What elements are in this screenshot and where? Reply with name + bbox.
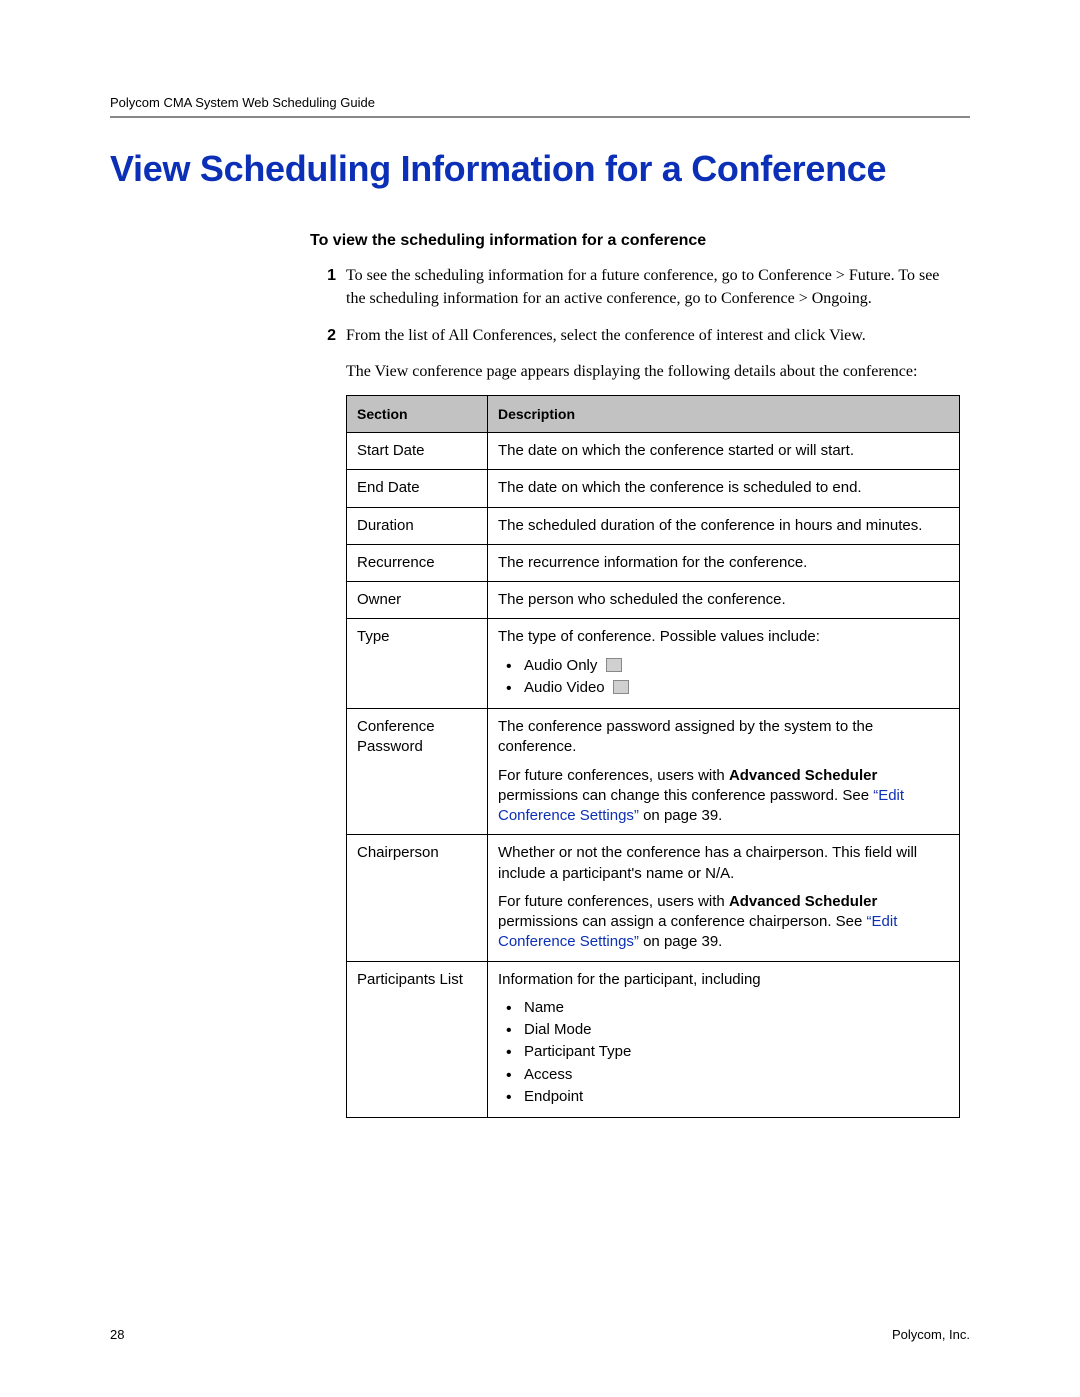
cell-section: Owner: [347, 582, 488, 619]
list-item: Audio Video: [498, 678, 949, 698]
step-text: To see the scheduling information for a …: [346, 267, 758, 284]
nav-path: Conference: [758, 267, 832, 284]
header-rule: [110, 116, 970, 118]
audio-icon: [606, 658, 622, 672]
cell-section: Type: [347, 619, 488, 709]
table-row: Chairperson Whether or not the conferenc…: [347, 835, 960, 961]
cell-section: Chairperson: [347, 835, 488, 961]
nav-path: Conference: [721, 290, 795, 307]
step-text: The: [346, 363, 375, 380]
list-item: Access: [498, 1065, 949, 1085]
cell-lead: Information for the participant, includi…: [498, 970, 949, 990]
table-row: Conference Password The conference passw…: [347, 709, 960, 835]
running-header: Polycom CMA System Web Scheduling Guide: [110, 95, 970, 110]
step-number: 2: [310, 324, 346, 1118]
list-item: Endpoint: [498, 1087, 949, 1107]
step-1: 1 To see the scheduling information for …: [310, 264, 960, 310]
bold-term: All Conferences: [448, 327, 552, 344]
nav-path: Future: [849, 267, 891, 284]
list-item: Name: [498, 998, 949, 1018]
step-2: 2 From the list of All Conferences, sele…: [310, 324, 960, 1118]
cell-description: The date on which the conference started…: [488, 433, 960, 470]
cell-section: Duration: [347, 507, 488, 544]
bold-term: Advanced Scheduler: [729, 893, 877, 910]
step-number: 1: [310, 264, 346, 310]
cell-description: The date on which the conference is sche…: [488, 470, 960, 507]
step-text: From the list of: [346, 327, 448, 344]
bold-term: View: [829, 327, 862, 344]
bold-term: View: [375, 363, 409, 380]
cell-lead: The type of conference. Possible values …: [498, 627, 949, 647]
participants-sublist: Name Dial Mode Participant Type Access E…: [498, 998, 949, 1107]
cell-description: The scheduled duration of the conference…: [488, 507, 960, 544]
procedure-subhead: To view the scheduling information for a…: [310, 232, 960, 250]
step-body: To see the scheduling information for a …: [346, 264, 960, 310]
page-number: 28: [110, 1327, 124, 1342]
table-row: Duration The scheduled duration of the c…: [347, 507, 960, 544]
cell-section: End Date: [347, 470, 488, 507]
th-section: Section: [347, 395, 488, 432]
cell-para: For future conferences, users with Advan…: [498, 892, 949, 953]
table-row: Participants List Information for the pa…: [347, 961, 960, 1118]
cell-section: Start Date: [347, 433, 488, 470]
table-header-row: Section Description: [347, 395, 960, 432]
table-row: Type The type of conference. Possible va…: [347, 619, 960, 709]
list-item: Audio Only: [498, 656, 949, 676]
cell-description: Whether or not the conference has a chai…: [488, 835, 960, 961]
page: Polycom CMA System Web Scheduling Guide …: [0, 0, 1080, 1397]
details-table: Section Description Start Date The date …: [346, 395, 960, 1118]
table-row: Owner The person who scheduled the confe…: [347, 582, 960, 619]
nav-sep: >: [795, 290, 812, 307]
table-row: End Date The date on which the conferenc…: [347, 470, 960, 507]
cell-section: Recurrence: [347, 544, 488, 581]
step-text: , select the conference of interest and …: [553, 327, 829, 344]
bold-term: Advanced Scheduler: [729, 767, 877, 784]
step-body: From the list of All Conferences, select…: [346, 324, 960, 1118]
footer-org: Polycom, Inc.: [892, 1327, 970, 1342]
cell-section: Participants List: [347, 961, 488, 1118]
cell-description: Information for the participant, includi…: [488, 961, 960, 1118]
content-block: To view the scheduling information for a…: [310, 232, 960, 1118]
step-text: conference page appears displaying the f…: [408, 363, 917, 380]
nav-sep: >: [832, 267, 849, 284]
cell-para: The conference password assigned by the …: [498, 717, 949, 758]
cell-description: The recurrence information for the confe…: [488, 544, 960, 581]
cell-description: The conference password assigned by the …: [488, 709, 960, 835]
step-text: .: [862, 327, 866, 344]
cell-section: Conference Password: [347, 709, 488, 835]
page-title: View Scheduling Information for a Confer…: [110, 148, 970, 190]
cell-para: For future conferences, users with Advan…: [498, 766, 949, 827]
cell-description: The person who scheduled the conference.: [488, 582, 960, 619]
nav-path: Ongoing: [812, 290, 868, 307]
cell-para: Whether or not the conference has a chai…: [498, 843, 949, 884]
step-text: .: [868, 290, 872, 307]
table-row: Start Date The date on which the confere…: [347, 433, 960, 470]
list-item: Participant Type: [498, 1042, 949, 1062]
cell-description: The type of conference. Possible values …: [488, 619, 960, 709]
th-description: Description: [488, 395, 960, 432]
type-list: Audio Only Audio Video: [498, 656, 949, 699]
page-footer: 28 Polycom, Inc.: [110, 1327, 970, 1342]
table-row: Recurrence The recurrence information fo…: [347, 544, 960, 581]
video-icon: [613, 680, 629, 694]
list-item: Dial Mode: [498, 1020, 949, 1040]
